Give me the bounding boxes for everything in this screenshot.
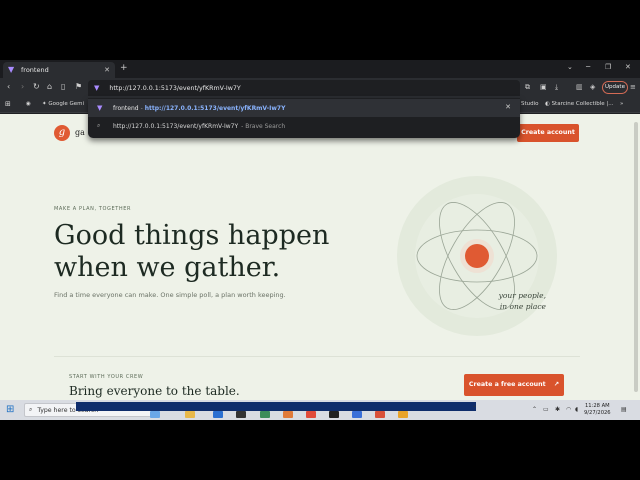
nucleus-dot <box>465 244 489 268</box>
restore-icon[interactable]: ❐ <box>605 63 611 71</box>
address-bar[interactable]: ▼ http://127.0.0.1:5173/event/yfKRmV-Iw7… <box>88 80 520 96</box>
suggestion-separator: - <box>140 104 143 112</box>
orbit-illustration <box>397 176 557 336</box>
taskbar: ⊞ ⌕ Type here to search ⌄ ⌃ ▭ ✱ ◠ ◖ 11:2… <box>0 400 640 420</box>
taskbar-app-icon[interactable] <box>375 411 385 418</box>
tab-search-chevron-icon[interactable]: ⌄ <box>567 63 573 71</box>
wifi-icon[interactable]: ◠ <box>566 406 571 413</box>
hero-headline: Good things happen when we gather. <box>54 220 329 284</box>
clock-date: 9/27/2026 <box>584 410 611 416</box>
hero-subcopy: Find a time everyone can make. One simpl… <box>54 291 286 299</box>
brand-logo[interactable]: g <box>54 125 70 141</box>
taskbar-app-icon[interactable] <box>150 411 160 418</box>
volume-icon[interactable]: ◖ <box>575 406 578 413</box>
show-hidden-icons[interactable]: ⌃ <box>532 406 537 413</box>
network-icon[interactable]: ▭ <box>543 406 549 413</box>
apps-grid-icon[interactable]: ⊞ <box>5 100 11 108</box>
section-eyebrow: START WITH YOUR CREW <box>69 374 144 380</box>
bookmark-label: Starcine Collectible |... <box>551 101 614 107</box>
taskbar-app-icon[interactable] <box>236 411 246 418</box>
headline-line: Good things happen <box>54 220 330 251</box>
create-free-account-button[interactable]: Create a free account ↗ <box>464 374 564 396</box>
sidebar-panel-icon[interactable]: ▥ <box>576 83 583 91</box>
headline-line: when we gather. <box>54 252 281 283</box>
bookmark-studio[interactable]: Studio <box>521 101 539 107</box>
download-icon[interactable]: ⤓ <box>555 83 558 92</box>
arrow-icon: ↗ <box>553 381 560 388</box>
notifications-icon[interactable]: ▤ <box>621 406 627 413</box>
menu-icon[interactable]: ≡ <box>630 83 636 91</box>
caption-line: your people, <box>498 291 546 300</box>
sidebar-toggle-icon[interactable]: ▯ <box>61 82 65 91</box>
close-window-icon[interactable]: ✕ <box>625 63 631 71</box>
new-tab-icon[interactable]: + <box>120 63 128 73</box>
chevron-down-icon[interactable]: ⌄ <box>472 402 477 409</box>
taskbar-app-icon[interactable] <box>352 411 362 418</box>
update-button[interactable]: Update <box>602 81 628 94</box>
section-divider <box>54 356 580 357</box>
wallet-icon[interactable]: ▣ <box>540 83 547 91</box>
minimize-icon[interactable]: ─ <box>586 63 590 71</box>
create-account-button[interactable]: Create account <box>517 124 579 142</box>
suggestion-url: http://127.0.0.1:5173/event/yfKRmV-Iw7Y <box>144 104 286 112</box>
forward-icon[interactable]: › <box>21 82 24 91</box>
bookmark-label: Google Gemi <box>48 101 85 107</box>
reload-icon[interactable]: ↻ <box>33 82 40 91</box>
omnibox-dropdown: ▼ frontend - http://127.0.0.1:5173/event… <box>88 98 520 138</box>
taskbar-app-icon[interactable] <box>185 411 195 418</box>
bookmark-starcine[interactable]: ◐ Starcine Collectible |... <box>545 101 614 107</box>
taskbar-app-icon[interactable] <box>260 411 270 418</box>
back-icon[interactable]: ‹ <box>7 82 10 91</box>
suggestion-item[interactable]: ▼ frontend - http://127.0.0.1:5173/event… <box>88 99 520 117</box>
taskbar-app-icon[interactable] <box>306 411 316 418</box>
browser-tab[interactable]: ▼ frontend ✕ <box>3 62 115 78</box>
close-tab-icon[interactable]: ✕ <box>104 66 110 74</box>
remove-suggestion-icon[interactable]: ✕ <box>505 103 511 111</box>
bookmark-gemini[interactable]: ✦ Google Gemi <box>42 101 84 107</box>
page-scrollbar[interactable] <box>632 114 640 400</box>
taskbar-app-icon[interactable] <box>283 411 293 418</box>
button-label: Create a free account <box>468 381 546 388</box>
tab-title: frontend <box>21 66 49 74</box>
bookmark-icon-brave[interactable]: ◉ <box>26 101 31 107</box>
suggestion-source: - Brave Search <box>241 122 286 130</box>
vite-favicon-icon: ▼ <box>97 104 103 112</box>
scrollbar-thumb[interactable] <box>634 122 638 392</box>
address-input[interactable]: http://127.0.0.1:5173/event/yfKRmV-Iw7Y <box>109 85 240 92</box>
screen: ▼ frontend ✕ + ⌄ ─ ❐ ✕ ‹ › ↻ ⌂ ▯ ⚑ ▼ htt… <box>0 60 640 420</box>
bluetooth-icon[interactable]: ✱ <box>555 406 560 413</box>
vite-favicon-icon: ▼ <box>94 84 100 92</box>
caption-line: in one place <box>499 302 546 311</box>
brand-name[interactable]: ga <box>75 128 85 137</box>
brave-shield-icon[interactable]: ◈ <box>590 83 595 91</box>
home-icon[interactable]: ⌂ <box>47 82 52 91</box>
taskbar-app-icon[interactable] <box>398 411 408 418</box>
suggestion-query: http://127.0.0.1:5173/event/yfKRmV-Iw7Y <box>113 122 239 130</box>
more-bookmarks-icon[interactable]: » <box>620 101 623 107</box>
web-page: g ga Create account MAKE A PLAN, TOGETHE… <box>0 114 632 400</box>
suggestion-item[interactable]: ⌕ http://127.0.0.1:5173/event/yfKRmV-Iw7… <box>88 117 520 135</box>
bookmark-icon[interactable]: ⚑ <box>75 82 82 91</box>
vite-favicon-icon: ▼ <box>8 65 15 74</box>
suggestion-title: frontend <box>113 104 139 112</box>
search-icon: ⌕ <box>29 406 33 413</box>
taskbar-app-icon[interactable] <box>213 411 223 418</box>
screen-recorder-overlay <box>76 402 476 411</box>
section-title: Bring everyone to the table. <box>69 384 240 398</box>
hero-eyebrow: MAKE A PLAN, TOGETHER <box>54 206 132 212</box>
system-clock[interactable]: 11:28 AM 9/27/2026 <box>584 403 611 417</box>
navigation-bar: ‹ › ↻ ⌂ ▯ ⚑ ▼ http://127.0.0.1:5173/even… <box>0 78 640 98</box>
extensions-icon[interactable]: ⧉ <box>525 83 530 92</box>
illustration-caption: your people, in one place <box>494 290 546 312</box>
search-icon: ⌕ <box>97 122 101 129</box>
clock-time: 11:28 AM <box>584 403 610 409</box>
taskbar-app-icon[interactable] <box>329 411 339 418</box>
windows-start-icon[interactable]: ⊞ <box>6 405 16 415</box>
tab-strip: ▼ frontend ✕ + ⌄ ─ ❐ ✕ <box>0 60 640 78</box>
